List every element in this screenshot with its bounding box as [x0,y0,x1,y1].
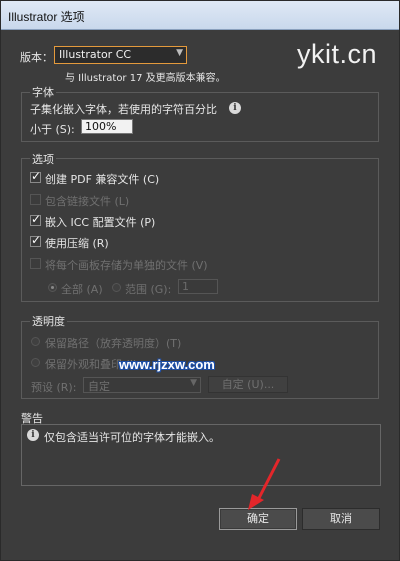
create-pdf-compatible-label: 创建 PDF 兼容文件 (C) [45,173,160,186]
save-artboards-separately-checkbox[interactable] [30,258,41,269]
warning-info-icon: i [27,429,39,441]
fonts-less-label: 小于 (S): [30,123,75,136]
font-percent-input[interactable]: 100% [81,119,133,134]
use-compression-checkbox[interactable] [30,233,41,247]
embed-icc-label: 嵌入 ICC 配置文件 (P) [45,216,156,229]
transparency-group-title: 透明度 [30,313,67,329]
version-label: 版本： [20,51,53,64]
version-select[interactable]: Illustrator CC ▼ [54,46,187,64]
window-title: Illustrator 选项 [8,10,85,24]
watermark-ykit: ykit.cn [296,39,377,69]
all-artboards-label: 全部 (A) [61,283,103,296]
fonts-desc: 子集化嵌入字体，若使用的字符百分比 [30,103,217,116]
range-label: 范围 (G): [125,283,172,296]
options-group-title: 选项 [30,151,56,167]
fonts-group-title: 字体 [30,84,56,100]
preset-select-value: 自定 [88,380,110,393]
custom-preset-button[interactable]: 自定 (U)... [208,376,288,393]
info-icon: i [229,102,241,114]
range-radio[interactable] [112,283,121,292]
dropdown-arrow-icon: ▼ [190,378,197,388]
embed-icc-checkbox[interactable] [30,212,41,226]
dropdown-arrow-icon: ▼ [176,48,183,58]
watermark-rjzxw: www.rjzxw.com [119,357,215,372]
preserve-paths-radio[interactable] [31,337,40,346]
version-select-value: Illustrator CC [59,48,132,61]
warning-text: 仅包含适当许可位的字体才能嵌入。 [44,431,220,444]
preset-label: 预设 (R): [31,381,77,394]
preserve-appearance-radio[interactable] [31,358,40,367]
cancel-button[interactable]: 取消 [302,508,380,530]
save-artboards-separately-label: 将每个画板存储为单独的文件 (V) [45,259,208,272]
preserve-paths-label: 保留路径（放弃透明度）(T) [45,337,182,350]
annotation-arrow-icon [248,458,281,510]
include-linked-files-label: 包含链接文件 (L) [45,195,130,208]
illustrator-options-dialog: Illustrator 选项 ykit.cn 版本： Illustrator C… [0,0,400,561]
create-pdf-compatible-checkbox[interactable] [30,169,41,183]
range-input[interactable]: 1 [178,279,218,294]
include-linked-files-checkbox[interactable] [30,194,41,205]
title-bar: Illustrator 选项 [1,1,399,30]
preset-select[interactable]: 自定 ▼ [83,377,201,393]
use-compression-label: 使用压缩 (R) [45,237,109,250]
version-note: 与 Illustrator 17 及更高版本兼容。 [65,73,226,84]
all-artboards-radio[interactable] [48,283,57,292]
